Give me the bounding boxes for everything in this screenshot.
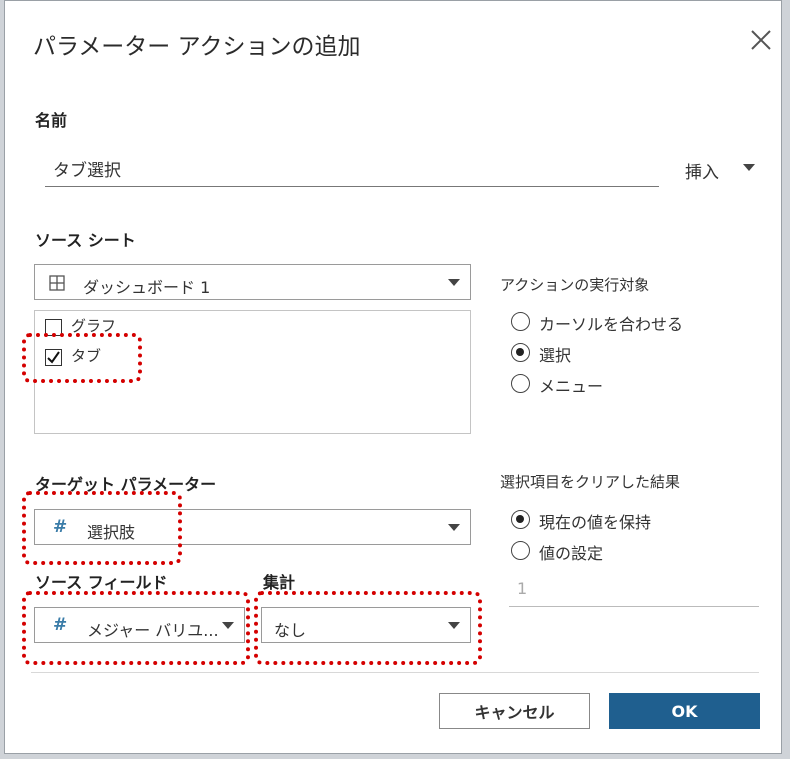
sheet-checkbox-graph[interactable] — [45, 319, 62, 336]
aggregation-select[interactable]: なし — [261, 607, 471, 643]
sheet-label-graph: グラフ — [71, 317, 117, 335]
divider — [31, 672, 759, 673]
number-icon: # — [53, 517, 68, 537]
aggregation-label: 集計 — [263, 573, 296, 592]
dashboard-value: ダッシュボード 1 — [83, 278, 211, 297]
target-parameter-select[interactable]: # 選択肢 — [34, 509, 471, 545]
cancel-button[interactable]: キャンセル — [439, 693, 590, 729]
radio-keep-value[interactable] — [511, 510, 530, 529]
run-on-label: アクションの実行対象 — [500, 276, 650, 294]
radio-set-value[interactable] — [511, 541, 530, 560]
target-parameter-value: 選択肢 — [87, 523, 136, 542]
set-value-input[interactable] — [509, 571, 759, 607]
sheet-label-tab: タブ — [71, 347, 102, 365]
name-label: 名前 — [35, 111, 68, 130]
parameter-action-dialog: パラメーター アクションの追加 名前 挿入 ソース シート ダッシュボード 1 … — [4, 0, 782, 754]
source-field-value: メジャー バリユ... — [87, 621, 219, 640]
sheet-list: グラフ タブ — [34, 310, 471, 434]
chevron-down-icon — [448, 622, 460, 629]
chevron-down-icon — [222, 622, 234, 629]
dashboard-icon — [49, 275, 65, 291]
radio-menu[interactable] — [511, 374, 530, 393]
close-icon[interactable] — [746, 25, 776, 55]
source-field-label: ソース フィールド — [35, 573, 168, 592]
radio-hover[interactable] — [511, 312, 530, 331]
check-icon — [47, 351, 60, 364]
aggregation-value: なし — [274, 621, 307, 640]
radio-select[interactable] — [511, 343, 530, 362]
dialog-title: パラメーター アクションの追加 — [33, 34, 361, 60]
target-parameter-label: ターゲット パラメーター — [35, 475, 217, 494]
sheet-checkbox-tab[interactable] — [45, 349, 62, 366]
source-sheet-label: ソース シート — [35, 231, 136, 250]
dashboard-select[interactable]: ダッシュボード 1 — [34, 264, 471, 300]
number-icon: # — [53, 615, 68, 635]
radio-hover-label: カーソルを合わせる — [539, 315, 684, 334]
radio-menu-label: メニュー — [539, 377, 604, 396]
source-field-select[interactable]: # メジャー バリユ... — [34, 607, 245, 643]
chevron-down-icon[interactable] — [743, 164, 755, 172]
insert-dropdown[interactable]: 挿入 — [685, 158, 719, 183]
radio-keep-value-label: 現在の値を保持 — [539, 513, 652, 532]
name-input[interactable] — [45, 151, 659, 187]
chevron-down-icon — [448, 279, 460, 286]
ok-button[interactable]: OK — [609, 693, 760, 729]
clear-result-label: 選択項目をクリアした結果 — [500, 473, 681, 491]
radio-set-value-label: 値の設定 — [539, 544, 604, 563]
chevron-down-icon — [448, 524, 460, 531]
radio-select-label: 選択 — [539, 346, 572, 365]
